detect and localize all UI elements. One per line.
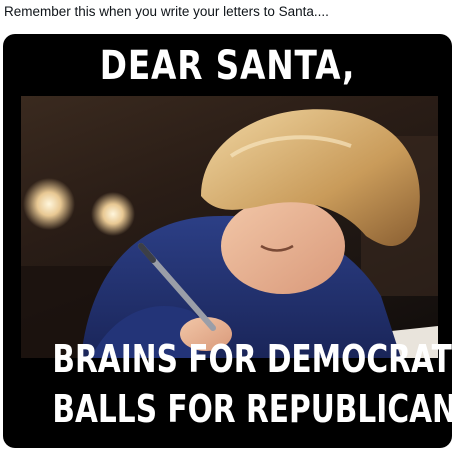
meme-caption-line-2: BALLS FOR REPUBLICANS — [52, 387, 452, 431]
post-image[interactable]: DEAR SANTA, BRAINS FOR DEMOCRATS BALLS F… — [3, 34, 452, 448]
photo-child-writing — [21, 96, 438, 358]
photo-illustration — [21, 109, 438, 358]
meme-title: DEAR SANTA, — [99, 43, 356, 89]
meme-caption-line-1: BRAINS FOR DEMOCRATS — [52, 337, 452, 381]
post-text: Remember this when you write your letter… — [4, 4, 329, 19]
